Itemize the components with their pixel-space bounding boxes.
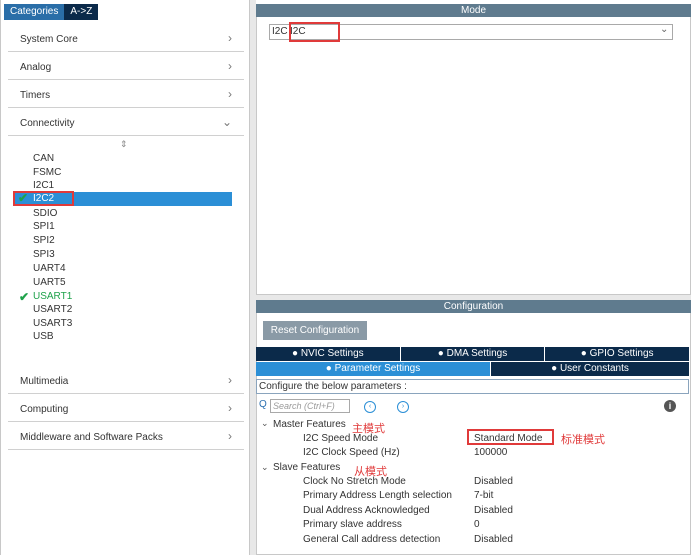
peripheral-can[interactable]: CAN bbox=[33, 153, 54, 165]
tab-label: User Constants bbox=[559, 363, 629, 374]
peripheral-spi3[interactable]: SPI3 bbox=[33, 249, 55, 261]
tab-label: NVIC Settings bbox=[300, 348, 364, 359]
peripheral-i2c1[interactable]: I2C1 bbox=[33, 180, 54, 192]
check-icon: ✔ bbox=[18, 191, 29, 205]
previous-icon[interactable]: ‹ bbox=[364, 401, 376, 413]
mode-panel bbox=[256, 17, 691, 295]
configuration-header: Configuration bbox=[256, 300, 691, 313]
chevron-right-icon: › bbox=[228, 373, 232, 387]
expand-icon[interactable]: ⌄ bbox=[261, 462, 269, 473]
tab-gpio-settings[interactable]: ● GPIO Settings bbox=[545, 347, 690, 361]
category-middleware[interactable]: Middleware and Software Packs › bbox=[8, 425, 244, 450]
category-timers[interactable]: Timers › bbox=[8, 83, 244, 108]
param-label: Dual Address Acknowledged bbox=[303, 505, 430, 516]
chevron-down-icon: ⌄ bbox=[221, 115, 232, 129]
tab-dma-settings[interactable]: ● DMA Settings bbox=[400, 347, 545, 361]
tab-a-z[interactable]: A->Z bbox=[64, 4, 99, 20]
tab-label: DMA Settings bbox=[446, 348, 508, 359]
param-label: Primary slave address bbox=[303, 519, 402, 530]
tab-dot-icon: ● bbox=[580, 348, 587, 359]
param-value[interactable]: Disabled bbox=[474, 505, 513, 516]
peripheral-uart5[interactable]: UART5 bbox=[33, 277, 66, 289]
tab-dot-icon: ● bbox=[325, 363, 332, 374]
category-label: Timers bbox=[20, 90, 51, 101]
peripheral-spi2[interactable]: SPI2 bbox=[33, 235, 55, 247]
category-system-core[interactable]: System Core › bbox=[8, 27, 244, 52]
chevron-right-icon: › bbox=[228, 87, 232, 101]
param-value[interactable]: 7-bit bbox=[474, 490, 493, 501]
param-label: Primary Address Length selection bbox=[303, 490, 452, 501]
category-label: Connectivity bbox=[20, 118, 75, 129]
category-label: Middleware and Software Packs bbox=[20, 432, 163, 443]
settings-tabs-row1: ● NVIC Settings ● DMA Settings ● GPIO Se… bbox=[256, 347, 690, 361]
param-value-clock-speed[interactable]: 100000 bbox=[474, 447, 507, 458]
category-label: System Core bbox=[20, 34, 78, 45]
reset-configuration-button[interactable]: Reset Configuration bbox=[263, 321, 367, 340]
annotation-standard-mode: 标准模式 bbox=[561, 434, 605, 446]
slave-features-group[interactable]: Slave Features bbox=[273, 462, 340, 474]
tab-nvic-settings[interactable]: ● NVIC Settings bbox=[256, 347, 400, 361]
annotation-box-speed-mode bbox=[467, 429, 554, 445]
mode-header: Mode bbox=[256, 4, 691, 17]
expand-icon[interactable]: ⌄ bbox=[261, 418, 269, 429]
chevron-right-icon: › bbox=[228, 429, 232, 443]
param-value[interactable]: Disabled bbox=[474, 476, 513, 487]
chevron-right-icon: › bbox=[228, 401, 232, 415]
master-features-group[interactable]: Master Features bbox=[273, 419, 346, 431]
category-label: Multimedia bbox=[20, 376, 69, 387]
peripheral-spi1[interactable]: SPI1 bbox=[33, 221, 55, 233]
peripheral-usart3[interactable]: USART3 bbox=[33, 318, 72, 330]
info-icon[interactable]: i bbox=[664, 400, 676, 412]
chevron-right-icon: › bbox=[228, 59, 232, 73]
param-value[interactable]: 0 bbox=[474, 519, 480, 530]
settings-tabs-row2: ● Parameter Settings ● User Constants bbox=[256, 362, 689, 376]
search-input[interactable]: Search (Ctrl+F) bbox=[270, 399, 350, 413]
peripheral-usart2[interactable]: USART2 bbox=[33, 304, 72, 316]
peripheral-usb[interactable]: USB bbox=[33, 331, 54, 343]
category-label: Computing bbox=[20, 404, 69, 415]
peripheral-usart1[interactable]: USART1 bbox=[33, 291, 72, 303]
peripheral-uart4[interactable]: UART4 bbox=[33, 263, 66, 275]
tab-categories[interactable]: Categories bbox=[4, 4, 65, 20]
check-icon: ✔ bbox=[19, 290, 30, 304]
category-multimedia[interactable]: Multimedia › bbox=[8, 369, 244, 394]
category-analog[interactable]: Analog › bbox=[8, 55, 244, 80]
search-icon: Q bbox=[259, 399, 267, 410]
tab-dot-icon: ● bbox=[292, 348, 299, 359]
next-icon[interactable]: › bbox=[397, 401, 409, 413]
tab-user-constants[interactable]: ● User Constants bbox=[491, 362, 689, 376]
param-label: I2C Clock Speed (Hz) bbox=[303, 447, 400, 458]
category-label: Analog bbox=[20, 62, 52, 73]
category-tabs: Categories A->Z bbox=[4, 4, 99, 20]
tab-dot-icon: ● bbox=[551, 363, 558, 374]
chevron-right-icon: › bbox=[228, 31, 232, 45]
category-connectivity[interactable]: Connectivity ⌄ bbox=[8, 111, 244, 136]
category-computing[interactable]: Computing › bbox=[8, 397, 244, 422]
tab-dot-icon: ● bbox=[437, 348, 444, 359]
annotation-box-mode bbox=[289, 22, 340, 42]
param-label: General Call address detection bbox=[303, 534, 441, 545]
tab-parameter-settings[interactable]: ● Parameter Settings bbox=[256, 362, 490, 376]
tab-label: Parameter Settings bbox=[334, 363, 421, 374]
configure-instructions: Configure the below parameters : bbox=[256, 379, 689, 394]
peripheral-i2c2[interactable]: I2C2 bbox=[33, 193, 54, 205]
param-label: Clock No Stretch Mode bbox=[303, 476, 406, 487]
peripheral-sdio[interactable]: SDIO bbox=[33, 208, 57, 220]
peripheral-fsmc[interactable]: FSMC bbox=[33, 167, 61, 179]
sort-icon[interactable]: ⇕ bbox=[120, 139, 128, 150]
param-value[interactable]: Disabled bbox=[474, 534, 513, 545]
tab-label: GPIO Settings bbox=[589, 348, 654, 359]
chevron-down-icon[interactable]: ⌄ bbox=[660, 24, 668, 35]
mode-label: I2C bbox=[272, 26, 288, 37]
param-label: I2C Speed Mode bbox=[303, 433, 379, 444]
